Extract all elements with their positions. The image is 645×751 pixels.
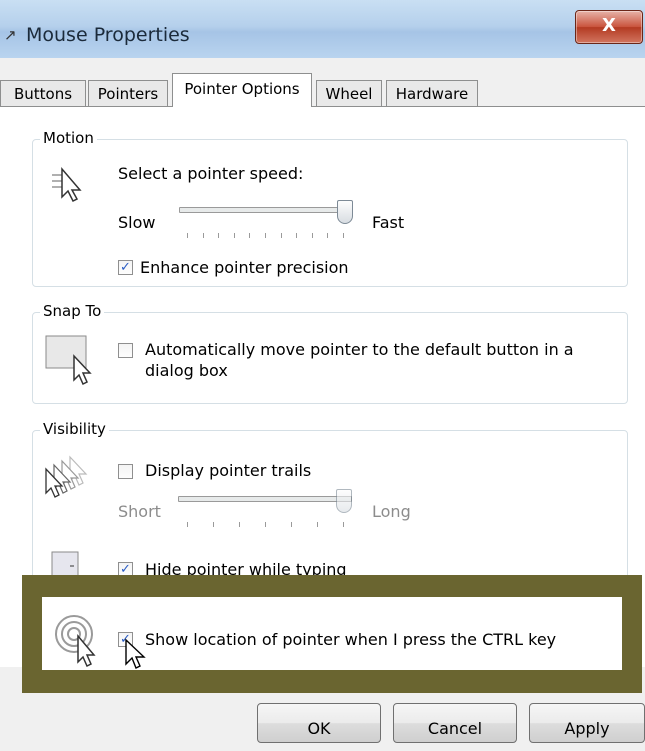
pointer-trails-label: Display pointer trails [145, 461, 312, 480]
snap-to-legend: Snap To [40, 302, 105, 320]
pointer-trails-icon [45, 455, 88, 498]
trail-slider-track[interactable] [178, 496, 352, 502]
speed-tick [296, 233, 298, 238]
speed-label: Select a pointer speed: [118, 164, 304, 183]
speed-tick [311, 233, 313, 238]
trail-tick [239, 522, 240, 527]
enhance-precision-label: Enhance pointer precision [140, 258, 349, 277]
trail-tick [317, 522, 318, 527]
speed-tick [343, 233, 344, 238]
speed-slider-thumb[interactable] [337, 200, 353, 224]
cancel-button[interactable]: Cancel [393, 703, 517, 743]
visibility-legend: Visibility [40, 420, 109, 438]
motion-legend: Motion [40, 129, 97, 147]
mouse-icon: ↗ [4, 26, 17, 44]
short-label: Short [118, 502, 161, 521]
pointer-trails-checkbox[interactable] [118, 464, 133, 479]
pointer-speed-icon [52, 166, 82, 203]
speed-tick [218, 233, 220, 238]
snap-pointer-icon [45, 335, 92, 386]
tab-wheel[interactable]: Wheel [316, 80, 382, 106]
tab-pointers[interactable]: Pointers [88, 80, 168, 106]
title-bar: ↗ Mouse Properties X [0, 0, 645, 58]
locate-pointer-icon [55, 615, 96, 668]
speed-tick [265, 233, 266, 238]
snap-to-label-line2: dialog box [145, 361, 228, 380]
fast-label: Fast [372, 213, 405, 232]
speed-tick [249, 233, 251, 238]
speed-tick [202, 233, 204, 238]
speed-tick [327, 233, 329, 238]
trail-tick [213, 522, 214, 527]
ok-button[interactable]: OK [257, 703, 381, 743]
enhance-precision-checkbox[interactable]: ✓ [118, 260, 133, 275]
close-button[interactable]: X [575, 10, 643, 44]
long-label: Long [372, 502, 411, 521]
speed-slider-track[interactable] [179, 207, 353, 213]
speed-tick [280, 233, 282, 238]
snap-to-checkbox[interactable] [118, 343, 133, 358]
snap-to-label-line1: Automatically move pointer to the defaul… [145, 340, 574, 359]
speed-tick [233, 233, 235, 238]
tab-buttons[interactable]: Buttons [0, 80, 86, 106]
tab-hardware[interactable]: Hardware [386, 80, 478, 106]
trail-tick [343, 522, 344, 527]
apply-button[interactable]: Apply [529, 703, 645, 743]
trail-tick [291, 522, 292, 527]
window-title: Mouse Properties [26, 24, 190, 46]
trail-tick [265, 522, 266, 527]
slow-label: Slow [118, 213, 156, 232]
tab-pointer-options[interactable]: Pointer Options [172, 73, 312, 107]
show-location-label: Show location of pointer when I press th… [145, 630, 557, 649]
trail-tick [187, 522, 188, 527]
speed-tick [187, 233, 188, 238]
trail-slider-thumb[interactable] [336, 489, 352, 513]
